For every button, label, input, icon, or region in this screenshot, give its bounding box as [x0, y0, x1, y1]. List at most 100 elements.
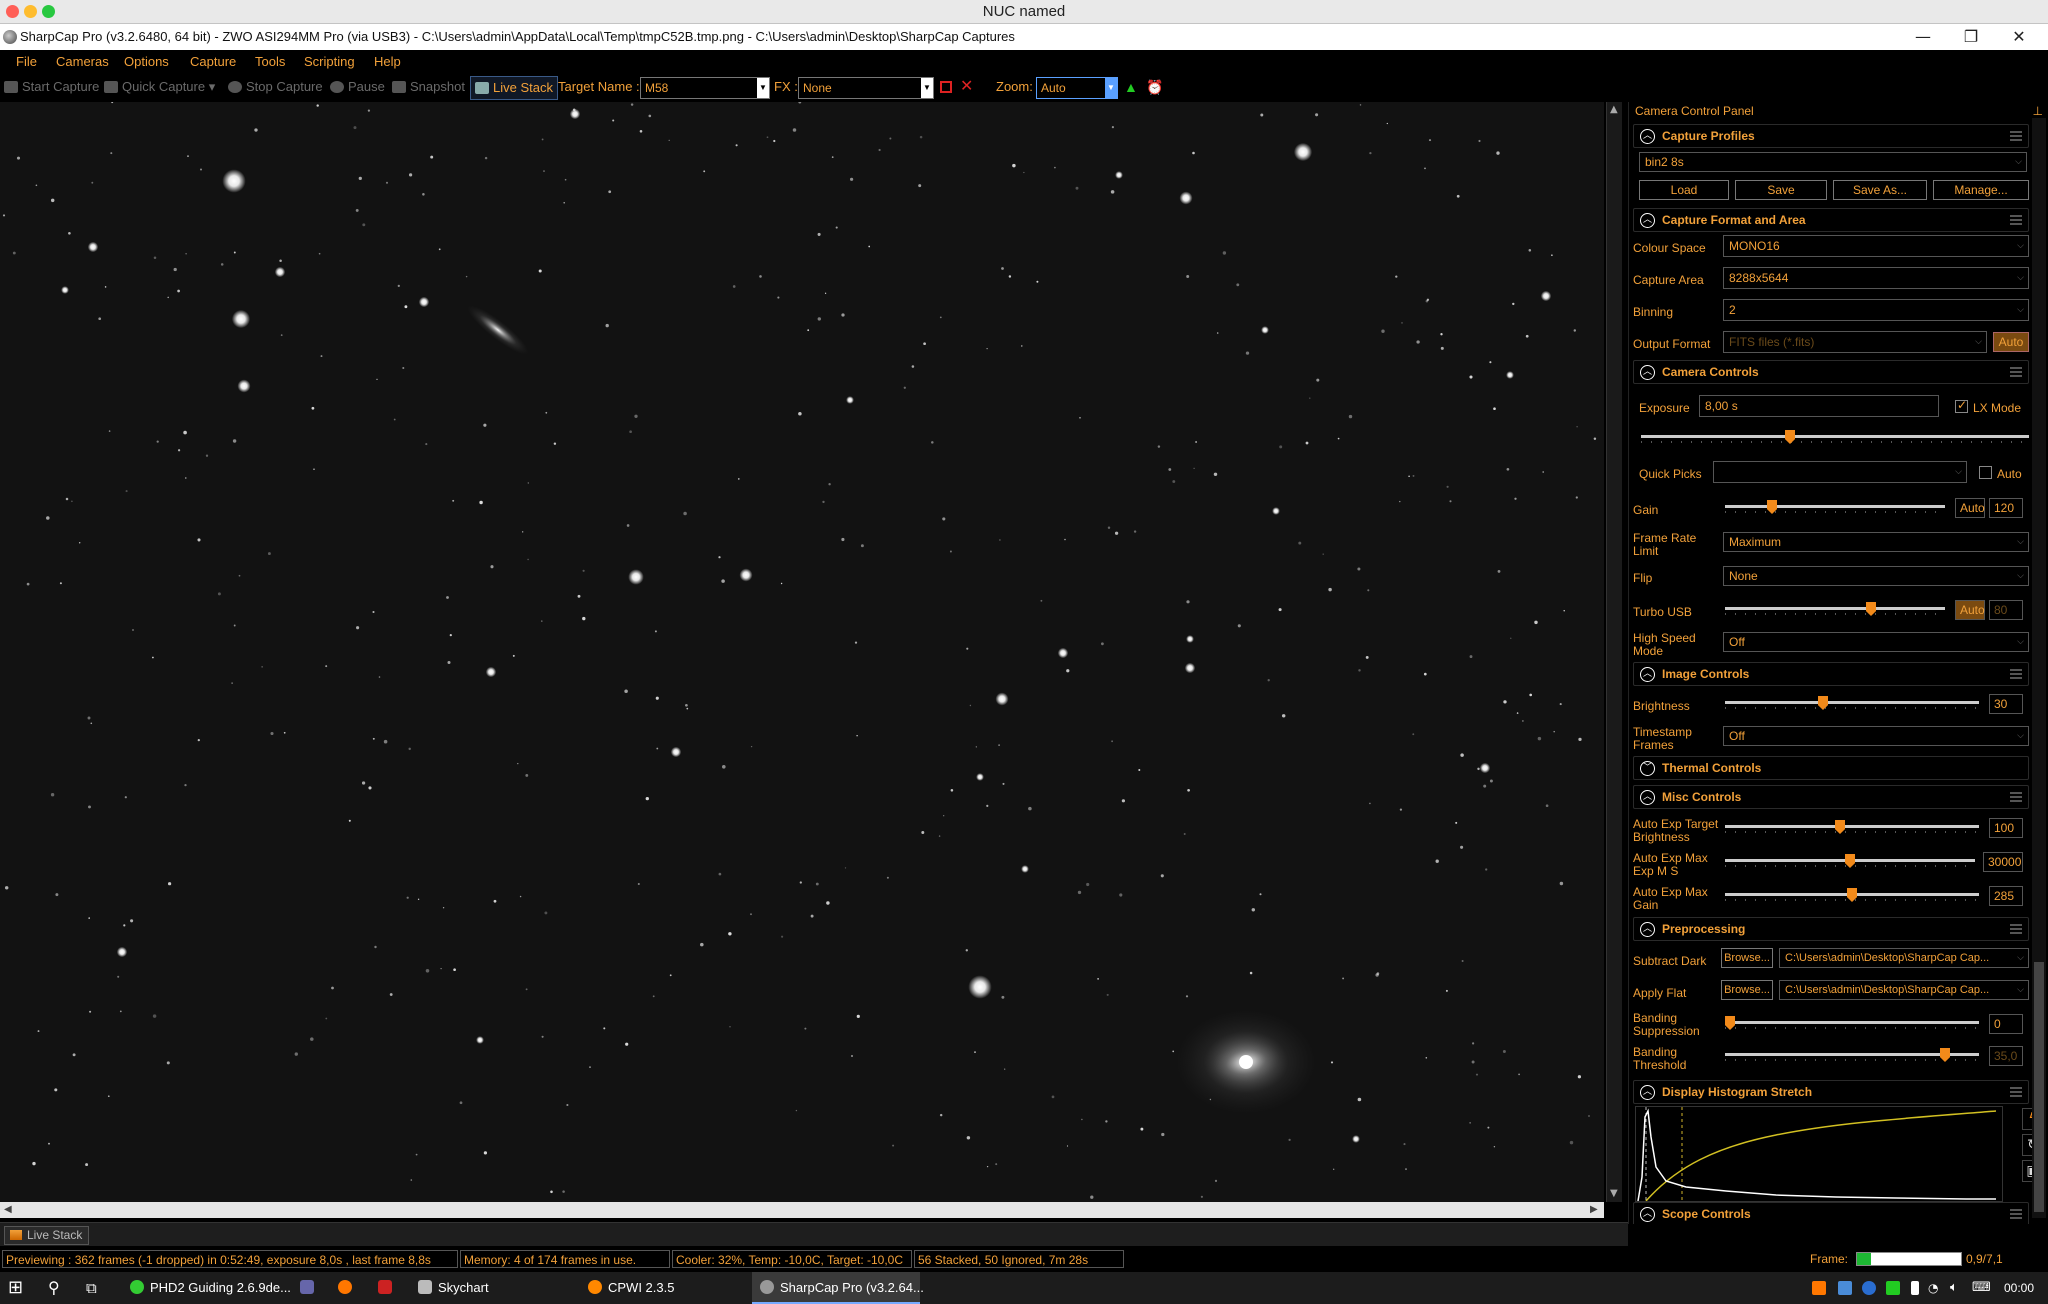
subtract-dark-select[interactable]: C:\Users\admin\Desktop\SharpCap Cap... ⌵	[1779, 948, 2029, 968]
banding-threshold-input[interactable]: 35,0	[1989, 1046, 2023, 1066]
section-image-controls[interactable]: ︿ Image Controls	[1633, 662, 2029, 686]
brightness-slider[interactable]	[1725, 696, 1979, 710]
panel-scroll-thumb[interactable]	[2034, 962, 2044, 1212]
close-icon[interactable]: ✕	[1996, 24, 2042, 50]
keyboard-icon[interactable]: ⌨	[1972, 1272, 1991, 1304]
histogram-icon[interactable]: ▲	[1124, 74, 1138, 100]
image-horizontal-scrollbar[interactable]: ◀ ▶	[0, 1202, 1604, 1218]
histogram-display[interactable]	[1635, 1106, 2003, 1202]
restore-icon[interactable]: ❐	[1948, 24, 1994, 50]
output-format-select[interactable]: FITS files (*.fits) ⌵	[1723, 331, 1987, 353]
search-icon[interactable]: ⚲	[48, 1272, 60, 1304]
menu-icon[interactable]	[2010, 1209, 2022, 1219]
chevron-down-icon[interactable]: ▼	[921, 78, 933, 98]
collapse-icon[interactable]: ︿	[1640, 922, 1655, 937]
auto-exp-max-exp-slider[interactable]	[1725, 854, 1975, 868]
live-stack-button[interactable]: Live Stack	[470, 76, 558, 100]
banding-threshold-slider[interactable]	[1725, 1048, 1979, 1062]
collapse-icon[interactable]: ︿	[1640, 365, 1655, 380]
scroll-right-icon[interactable]: ▶	[1590, 1204, 1598, 1215]
collapse-icon[interactable]: ︿	[1640, 1207, 1655, 1222]
gain-auto-toggle[interactable]: Auto	[1955, 498, 1985, 518]
menu-icon[interactable]	[2010, 792, 2022, 802]
start-capture-button[interactable]: Start Capture	[4, 74, 99, 100]
shield-icon[interactable]	[1886, 1281, 1900, 1295]
menu-icon[interactable]	[2010, 215, 2022, 225]
taskbar-app-cpwi[interactable]: CPWI 2.3.5	[580, 1272, 746, 1304]
menu-file[interactable]: File	[16, 50, 37, 74]
tab-live-stack[interactable]: Live Stack	[4, 1226, 90, 1245]
high-speed-select[interactable]: Off ⌵	[1723, 632, 2029, 652]
brightness-value-input[interactable]: 30	[1989, 694, 2023, 714]
taskbar-app-asi[interactable]	[378, 1272, 398, 1304]
menu-icon[interactable]	[2010, 367, 2022, 377]
section-display-histogram[interactable]: ︿ Display Histogram Stretch	[1633, 1080, 2029, 1104]
menu-scripting[interactable]: Scripting	[304, 50, 355, 74]
tray-app-icon[interactable]	[1812, 1281, 1826, 1295]
colour-space-select[interactable]: MONO16 ⌵	[1723, 235, 2029, 257]
windows-start-icon[interactable]: ⊞	[8, 1272, 23, 1304]
quick-capture-button[interactable]: Quick Capture ▾	[104, 74, 215, 100]
expand-icon[interactable]: ﹀	[1640, 761, 1655, 776]
minimize-icon[interactable]: —	[1900, 24, 1946, 50]
subtract-dark-browse-button[interactable]: Browse...	[1721, 948, 1773, 968]
turbo-usb-slider[interactable]	[1725, 602, 1945, 616]
task-view-icon[interactable]: ⧉	[86, 1272, 97, 1304]
image-vertical-scrollbar[interactable]: ▲ ▼	[1606, 102, 1622, 1202]
flip-select[interactable]: None ⌵	[1723, 566, 2029, 586]
zoom-window-dot[interactable]	[42, 5, 55, 18]
tray-network-app-icon[interactable]	[1838, 1281, 1852, 1295]
usb-icon[interactable]	[1911, 1281, 1919, 1295]
chevron-down-icon[interactable]: ▼	[1105, 78, 1117, 98]
chevron-down-icon[interactable]: ▼	[757, 78, 769, 98]
gain-slider[interactable]	[1725, 500, 1945, 514]
auto-exp-target-input[interactable]: 100	[1989, 818, 2023, 838]
target-name-combo[interactable]: M58 ▼	[640, 77, 770, 99]
fx-combo[interactable]: None ▼	[798, 77, 934, 99]
section-scope-controls[interactable]: ︿ Scope Controls	[1633, 1202, 2029, 1224]
apply-flat-browse-button[interactable]: Browse...	[1721, 980, 1773, 1000]
minimize-window-dot[interactable]	[24, 5, 37, 18]
alarm-icon[interactable]: ⏰	[1146, 74, 1163, 100]
snapshot-button[interactable]: Snapshot	[392, 74, 465, 100]
clear-roi-icon[interactable]: ✕	[960, 74, 973, 100]
menu-help[interactable]: Help	[374, 50, 401, 74]
gain-value-input[interactable]: 120	[1989, 498, 2023, 518]
exposure-input[interactable]: 8,00 s	[1699, 395, 1939, 417]
taskbar-app-skychart[interactable]: Skychart	[410, 1272, 580, 1304]
menu-icon[interactable]	[2010, 131, 2022, 141]
auto-exp-max-gain-input[interactable]: 285	[1989, 886, 2023, 906]
auto-exp-max-gain-slider[interactable]	[1725, 888, 1979, 902]
section-thermal-controls[interactable]: ﹀ Thermal Controls	[1633, 756, 2029, 780]
section-camera-controls[interactable]: ︿ Camera Controls	[1633, 360, 2029, 384]
menu-tools[interactable]: Tools	[255, 50, 285, 74]
menu-icon[interactable]	[2010, 1087, 2022, 1097]
load-profile-button[interactable]: Load	[1639, 180, 1729, 200]
wifi-icon[interactable]: ◔	[1928, 1272, 1938, 1304]
apply-flat-select[interactable]: C:\Users\admin\Desktop\SharpCap Cap... ⌵	[1779, 980, 2029, 1000]
bluetooth-icon[interactable]	[1862, 1281, 1876, 1295]
quick-picks-select[interactable]: ⌵	[1713, 461, 1967, 483]
collapse-icon[interactable]: ︿	[1640, 213, 1655, 228]
close-window-dot[interactable]	[6, 5, 19, 18]
quick-picks-auto-checkbox[interactable]	[1979, 466, 1992, 479]
section-capture-profiles[interactable]: ︿ Capture Profiles	[1633, 124, 2029, 148]
turbo-value-input[interactable]: 80	[1989, 600, 2023, 620]
save-as-profile-button[interactable]: Save As...	[1833, 180, 1927, 200]
frame-rate-select[interactable]: Maximum ⌵	[1723, 532, 2029, 552]
banding-suppression-slider[interactable]	[1725, 1016, 1979, 1030]
section-preprocessing[interactable]: ︿ Preprocessing	[1633, 917, 2029, 941]
volume-icon[interactable]: 🔈︎	[1950, 1272, 1958, 1304]
auto-exp-target-slider[interactable]	[1725, 820, 1979, 834]
section-misc-controls[interactable]: ︿ Misc Controls	[1633, 785, 2029, 809]
turbo-auto-toggle[interactable]: Auto	[1955, 600, 1985, 620]
zoom-combo[interactable]: Auto ▼	[1036, 77, 1118, 99]
auto-exp-max-exp-input[interactable]: 30000	[1983, 852, 2023, 872]
output-format-auto-button[interactable]: Auto	[1993, 332, 2029, 352]
menu-cameras[interactable]: Cameras	[56, 50, 109, 74]
menu-icon[interactable]	[2010, 669, 2022, 679]
taskbar-app-phd2[interactable]: PHD2 Guiding 2.6.9de...	[122, 1272, 291, 1304]
taskbar-app-firefox[interactable]	[338, 1272, 358, 1304]
scroll-down-icon[interactable]: ▼	[1610, 1188, 1618, 1199]
section-capture-format[interactable]: ︿ Capture Format and Area	[1633, 208, 2029, 232]
